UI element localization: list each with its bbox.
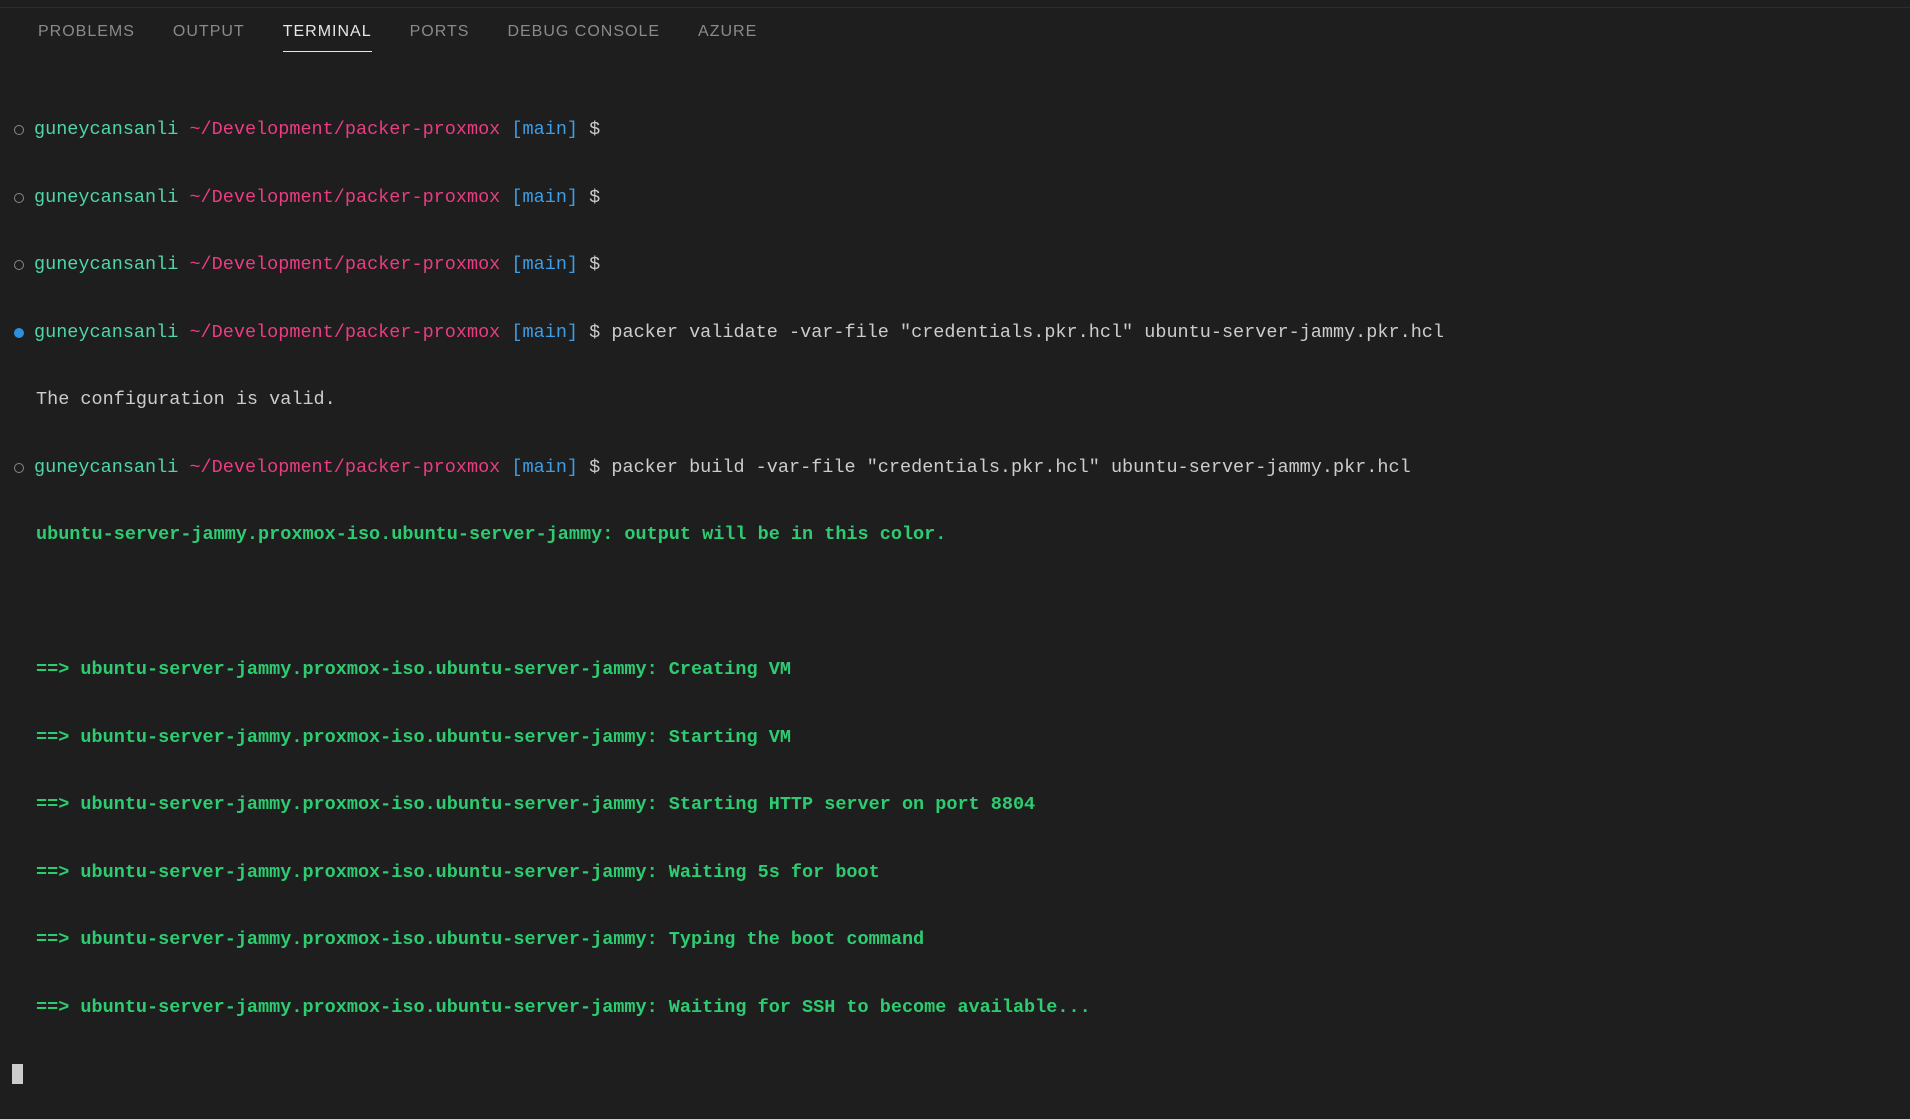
prompt-user: guneycansanli [34,322,178,343]
tab-problems[interactable]: PROBLEMS [38,23,135,52]
prompt-dollar: $ [589,254,600,275]
prompt-bullet-icon [14,125,24,135]
prompt-bullet-icon [14,463,24,473]
output-line: ==> ubuntu-server-jammy.proxmox-iso.ubun… [12,794,1898,817]
output-line: ==> ubuntu-server-jammy.proxmox-iso.ubun… [12,862,1898,885]
tab-debug-console[interactable]: DEBUG CONSOLE [507,23,660,52]
prompt-branch: [main] [511,187,578,208]
prompt-path: ~/Development/packer-proxmox [189,187,500,208]
prompt-dollar: $ [589,119,600,140]
prompt-branch: [main] [511,457,578,478]
output-line: The configuration is valid. [12,389,1898,412]
build-step: ==> ubuntu-server-jammy.proxmox-iso.ubun… [12,862,880,885]
prompt-line: guneycansanli ~/Development/packer-proxm… [12,322,1898,345]
validation-message: The configuration is valid. [12,389,336,412]
prompt-line: guneycansanli ~/Development/packer-proxm… [12,187,1898,210]
prompt-bullet-icon [14,260,24,270]
prompt-bullet-active-icon [14,328,24,338]
panel-tabs: PROBLEMS OUTPUT TERMINAL PORTS DEBUG CON… [0,8,1910,56]
build-header: ubuntu-server-jammy.proxmox-iso.ubuntu-s… [12,524,946,547]
prompt-line: guneycansanli ~/Development/packer-proxm… [12,119,1898,142]
prompt-path: ~/Development/packer-proxmox [189,457,500,478]
prompt-user: guneycansanli [34,187,178,208]
cursor-line [12,1064,1898,1084]
prompt-branch: [main] [511,119,578,140]
prompt-branch: [main] [511,254,578,275]
prompt-branch: [main] [511,322,578,343]
prompt-dollar: $ [589,187,600,208]
tab-terminal[interactable]: TERMINAL [283,23,372,52]
output-line [12,592,1898,615]
build-step: ==> ubuntu-server-jammy.proxmox-iso.ubun… [12,727,791,750]
build-step: ==> ubuntu-server-jammy.proxmox-iso.ubun… [12,794,1035,817]
tab-output[interactable]: OUTPUT [173,23,245,52]
output-line: ==> ubuntu-server-jammy.proxmox-iso.ubun… [12,997,1898,1020]
prompt-dollar: $ [589,322,600,343]
tab-ports[interactable]: PORTS [410,23,470,52]
output-line: ==> ubuntu-server-jammy.proxmox-iso.ubun… [12,929,1898,952]
output-line: ==> ubuntu-server-jammy.proxmox-iso.ubun… [12,727,1898,750]
prompt-user: guneycansanli [34,254,178,275]
prompt-user: guneycansanli [34,457,178,478]
prompt-bullet-icon [14,193,24,203]
build-step: ==> ubuntu-server-jammy.proxmox-iso.ubun… [12,659,791,682]
command-text: packer build -var-file "credentials.pkr.… [611,457,1410,478]
prompt-path: ~/Development/packer-proxmox [189,322,500,343]
prompt-dollar: $ [589,457,600,478]
output-line: ubuntu-server-jammy.proxmox-iso.ubuntu-s… [12,524,1898,547]
build-step: ==> ubuntu-server-jammy.proxmox-iso.ubun… [12,929,924,952]
prompt-user: guneycansanli [34,119,178,140]
command-text: packer validate -var-file "credentials.p… [611,322,1444,343]
build-step: ==> ubuntu-server-jammy.proxmox-iso.ubun… [12,997,1091,1020]
prompt-line: guneycansanli ~/Development/packer-proxm… [12,457,1898,480]
tab-azure[interactable]: AZURE [698,23,757,52]
prompt-path: ~/Development/packer-proxmox [189,119,500,140]
terminal-cursor [12,1064,23,1084]
terminal-output[interactable]: guneycansanli ~/Development/packer-proxm… [0,56,1910,1119]
prompt-path: ~/Development/packer-proxmox [189,254,500,275]
prompt-line: guneycansanli ~/Development/packer-proxm… [12,254,1898,277]
output-line: ==> ubuntu-server-jammy.proxmox-iso.ubun… [12,659,1898,682]
